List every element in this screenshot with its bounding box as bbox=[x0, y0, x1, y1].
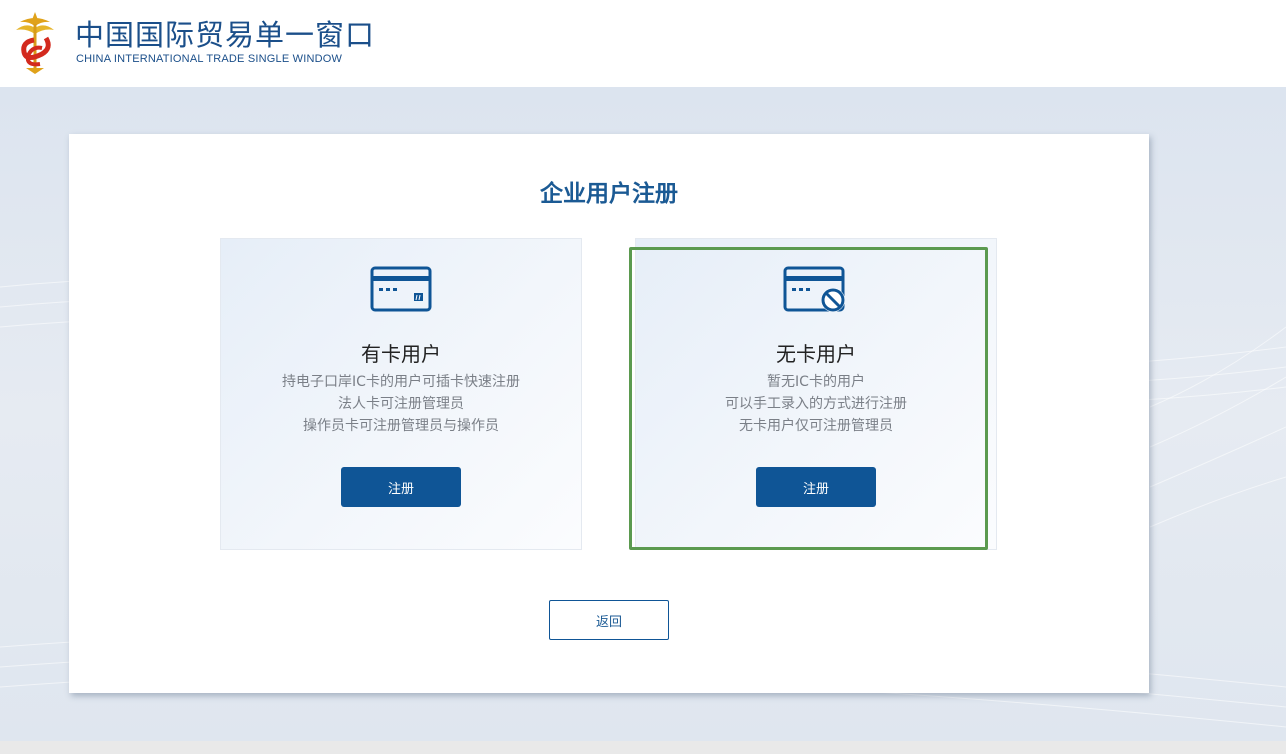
customs-emblem-logo[interactable] bbox=[12, 8, 58, 74]
logo-title-en: CHINA INTERNATIONAL TRADE SINGLE WINDOW bbox=[76, 53, 343, 65]
card-title: 无卡用户 bbox=[776, 342, 856, 366]
register-without-card-button[interactable]: 注册 bbox=[756, 467, 876, 507]
footer-strip bbox=[0, 741, 1286, 754]
back-button[interactable]: 返回 bbox=[549, 600, 669, 640]
page-title: 企业用户注册 bbox=[540, 181, 678, 207]
card-desc-line: 无卡用户仅可注册管理员 bbox=[739, 418, 893, 434]
card-desc-line: 可以手工录入的方式进行注册 bbox=[725, 396, 907, 412]
register-with-card-button[interactable]: 注册 bbox=[341, 467, 461, 507]
card-description: 持电子口岸IC卡的用户可插卡快速注册 法人卡可注册管理员 操作员卡可注册管理员与… bbox=[221, 371, 581, 437]
card-desc-line: 法人卡可注册管理员 bbox=[338, 396, 464, 412]
logo-title-cn: 中国国际贸易单一窗口 bbox=[75, 18, 376, 52]
no-card-icon bbox=[783, 266, 845, 312]
card-desc-line: 持电子口岸IC卡的用户可插卡快速注册 bbox=[282, 374, 520, 390]
card-description: 暂无IC卡的用户 可以手工录入的方式进行注册 无卡用户仅可注册管理员 bbox=[636, 371, 996, 437]
card-desc-line: 操作员卡可注册管理员与操作员 bbox=[303, 418, 499, 434]
card-without-ic: 无卡用户 暂无IC卡的用户 可以手工录入的方式进行注册 无卡用户仅可注册管理员 … bbox=[635, 238, 997, 550]
registration-panel: 企业用户注册 有卡用户 持电子口岸IC卡的用户可插卡快速注册 法人卡可注册管理员… bbox=[69, 134, 1149, 693]
card-desc-line: 暂无IC卡的用户 bbox=[767, 374, 865, 390]
site-header: 中国国际贸易单一窗口 CHINA INTERNATIONAL TRADE SIN… bbox=[0, 0, 1286, 87]
ic-card-icon bbox=[370, 266, 432, 312]
card-title: 有卡用户 bbox=[361, 342, 441, 366]
card-with-ic: 有卡用户 持电子口岸IC卡的用户可插卡快速注册 法人卡可注册管理员 操作员卡可注… bbox=[220, 238, 582, 550]
